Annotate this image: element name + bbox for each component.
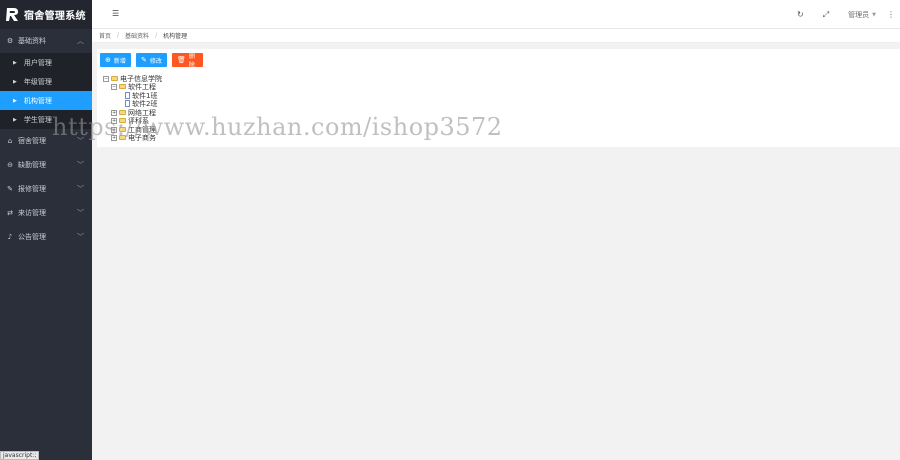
bell-icon: ♪: [7, 233, 13, 241]
handshake-icon: ⇄: [7, 209, 13, 217]
delete-button[interactable]: 🗑 删除: [172, 53, 203, 69]
top-header: ☰ ↻ ⤢ 管理员 ▼ ⋮: [92, 0, 900, 29]
file-icon: [125, 92, 130, 99]
pencil-icon: ✎: [141, 56, 147, 64]
collapse-icon[interactable]: −: [103, 75, 109, 82]
sidebar: 宿舍管理系统 ⚙ 基础资料 ︿ ▶ 用户管理 ▶ 年级管理 ▶ 机构管理 ▶ 学…: [0, 0, 92, 460]
breadcrumb: 首页 / 基础资料 / 机构管理: [92, 29, 900, 43]
chevron-down-icon: ﹀: [77, 185, 84, 193]
minus-circle-icon: ⊖: [7, 161, 13, 169]
watermark: https://www.huzhan.com/ishop3572: [52, 113, 503, 141]
caret-right-icon: ▶: [13, 78, 17, 85]
trash-icon: 🗑: [177, 56, 186, 64]
app-title: 宿舍管理系统: [24, 11, 86, 22]
menu-repair-label: 报修管理: [18, 185, 46, 193]
add-button-label: 新增: [113, 57, 126, 65]
toolbar: ⊕ 新增 ✎ 修改 🗑 删除: [100, 53, 208, 69]
breadcrumb-separator: /: [117, 32, 120, 39]
menu-absence[interactable]: ⊖ 缺勤管理 ﹀: [0, 153, 92, 177]
breadcrumb-level1[interactable]: 基础资料: [125, 31, 149, 40]
menu-visit[interactable]: ⇄ 来访管理 ﹀: [0, 201, 92, 225]
caret-right-icon: ▶: [13, 97, 17, 104]
breadcrumb-home[interactable]: 首页: [99, 31, 111, 40]
breadcrumb-separator: /: [155, 32, 158, 39]
sidebar-item-orgs[interactable]: ▶ 机构管理: [0, 91, 92, 110]
sidebar-item-label: 机构管理: [23, 96, 52, 105]
plus-circle-icon: ⊕: [105, 56, 111, 64]
status-bar: javascript:;: [0, 451, 40, 460]
menu-absence-label: 缺勤管理: [18, 161, 46, 169]
chevron-up-icon: ︿: [77, 37, 84, 45]
wrench-icon: ✎: [7, 185, 13, 193]
menu-notice[interactable]: ♪ 公告管理 ﹀: [0, 225, 92, 249]
delete-button-label: 删除: [188, 53, 195, 69]
folder-open-icon: [119, 84, 126, 89]
user-menu[interactable]: 管理员 ▼: [848, 10, 876, 20]
gear-icon: ⚙: [6, 37, 14, 45]
refresh-icon[interactable]: ↻: [797, 10, 804, 19]
menu-basic-label: 基础资料: [18, 37, 46, 45]
menu-notice-label: 公告管理: [18, 233, 46, 241]
breadcrumb-current: 机构管理: [163, 33, 188, 40]
chevron-down-icon: ﹀: [77, 161, 84, 169]
chevron-down-icon: ﹀: [77, 209, 84, 217]
header-actions: ↻ ⤢ 管理员 ▼ ⋮: [797, 0, 900, 29]
menu-repair[interactable]: ✎ 报修管理 ﹀: [0, 177, 92, 201]
sidebar-item-label: 用户管理: [23, 58, 52, 67]
logo[interactable]: 宿舍管理系统: [0, 0, 92, 29]
home-icon: ⌂: [7, 137, 13, 145]
caret-right-icon: ▶: [13, 59, 17, 66]
edit-button-label: 修改: [149, 57, 162, 65]
menu-toggle-icon[interactable]: ☰: [112, 9, 119, 18]
chevron-down-icon: ﹀: [77, 233, 84, 241]
fullscreen-icon[interactable]: ⤢: [823, 10, 829, 20]
more-vertical-icon[interactable]: ⋮: [887, 10, 895, 19]
file-icon: [125, 100, 130, 107]
caret-right-icon: ▶: [13, 116, 17, 123]
user-name: 管理员: [848, 10, 870, 19]
sidebar-item-grades[interactable]: ▶ 年级管理: [0, 72, 92, 91]
logo-icon: [5, 7, 19, 22]
folder-open-icon: [111, 76, 118, 81]
add-button[interactable]: ⊕ 新增: [100, 53, 131, 67]
sidebar-item-label: 学生管理: [23, 115, 52, 124]
collapse-icon[interactable]: −: [111, 83, 117, 90]
menu-basic[interactable]: ⚙ 基础资料 ︿: [0, 29, 92, 53]
menu-visit-label: 来访管理: [18, 209, 46, 217]
edit-button[interactable]: ✎ 修改: [136, 53, 167, 67]
caret-down-icon: ▼: [872, 11, 876, 18]
sidebar-item-users[interactable]: ▶ 用户管理: [0, 53, 92, 72]
sidebar-item-label: 年级管理: [23, 77, 52, 86]
menu-dorm-label: 宿舍管理: [18, 137, 46, 145]
